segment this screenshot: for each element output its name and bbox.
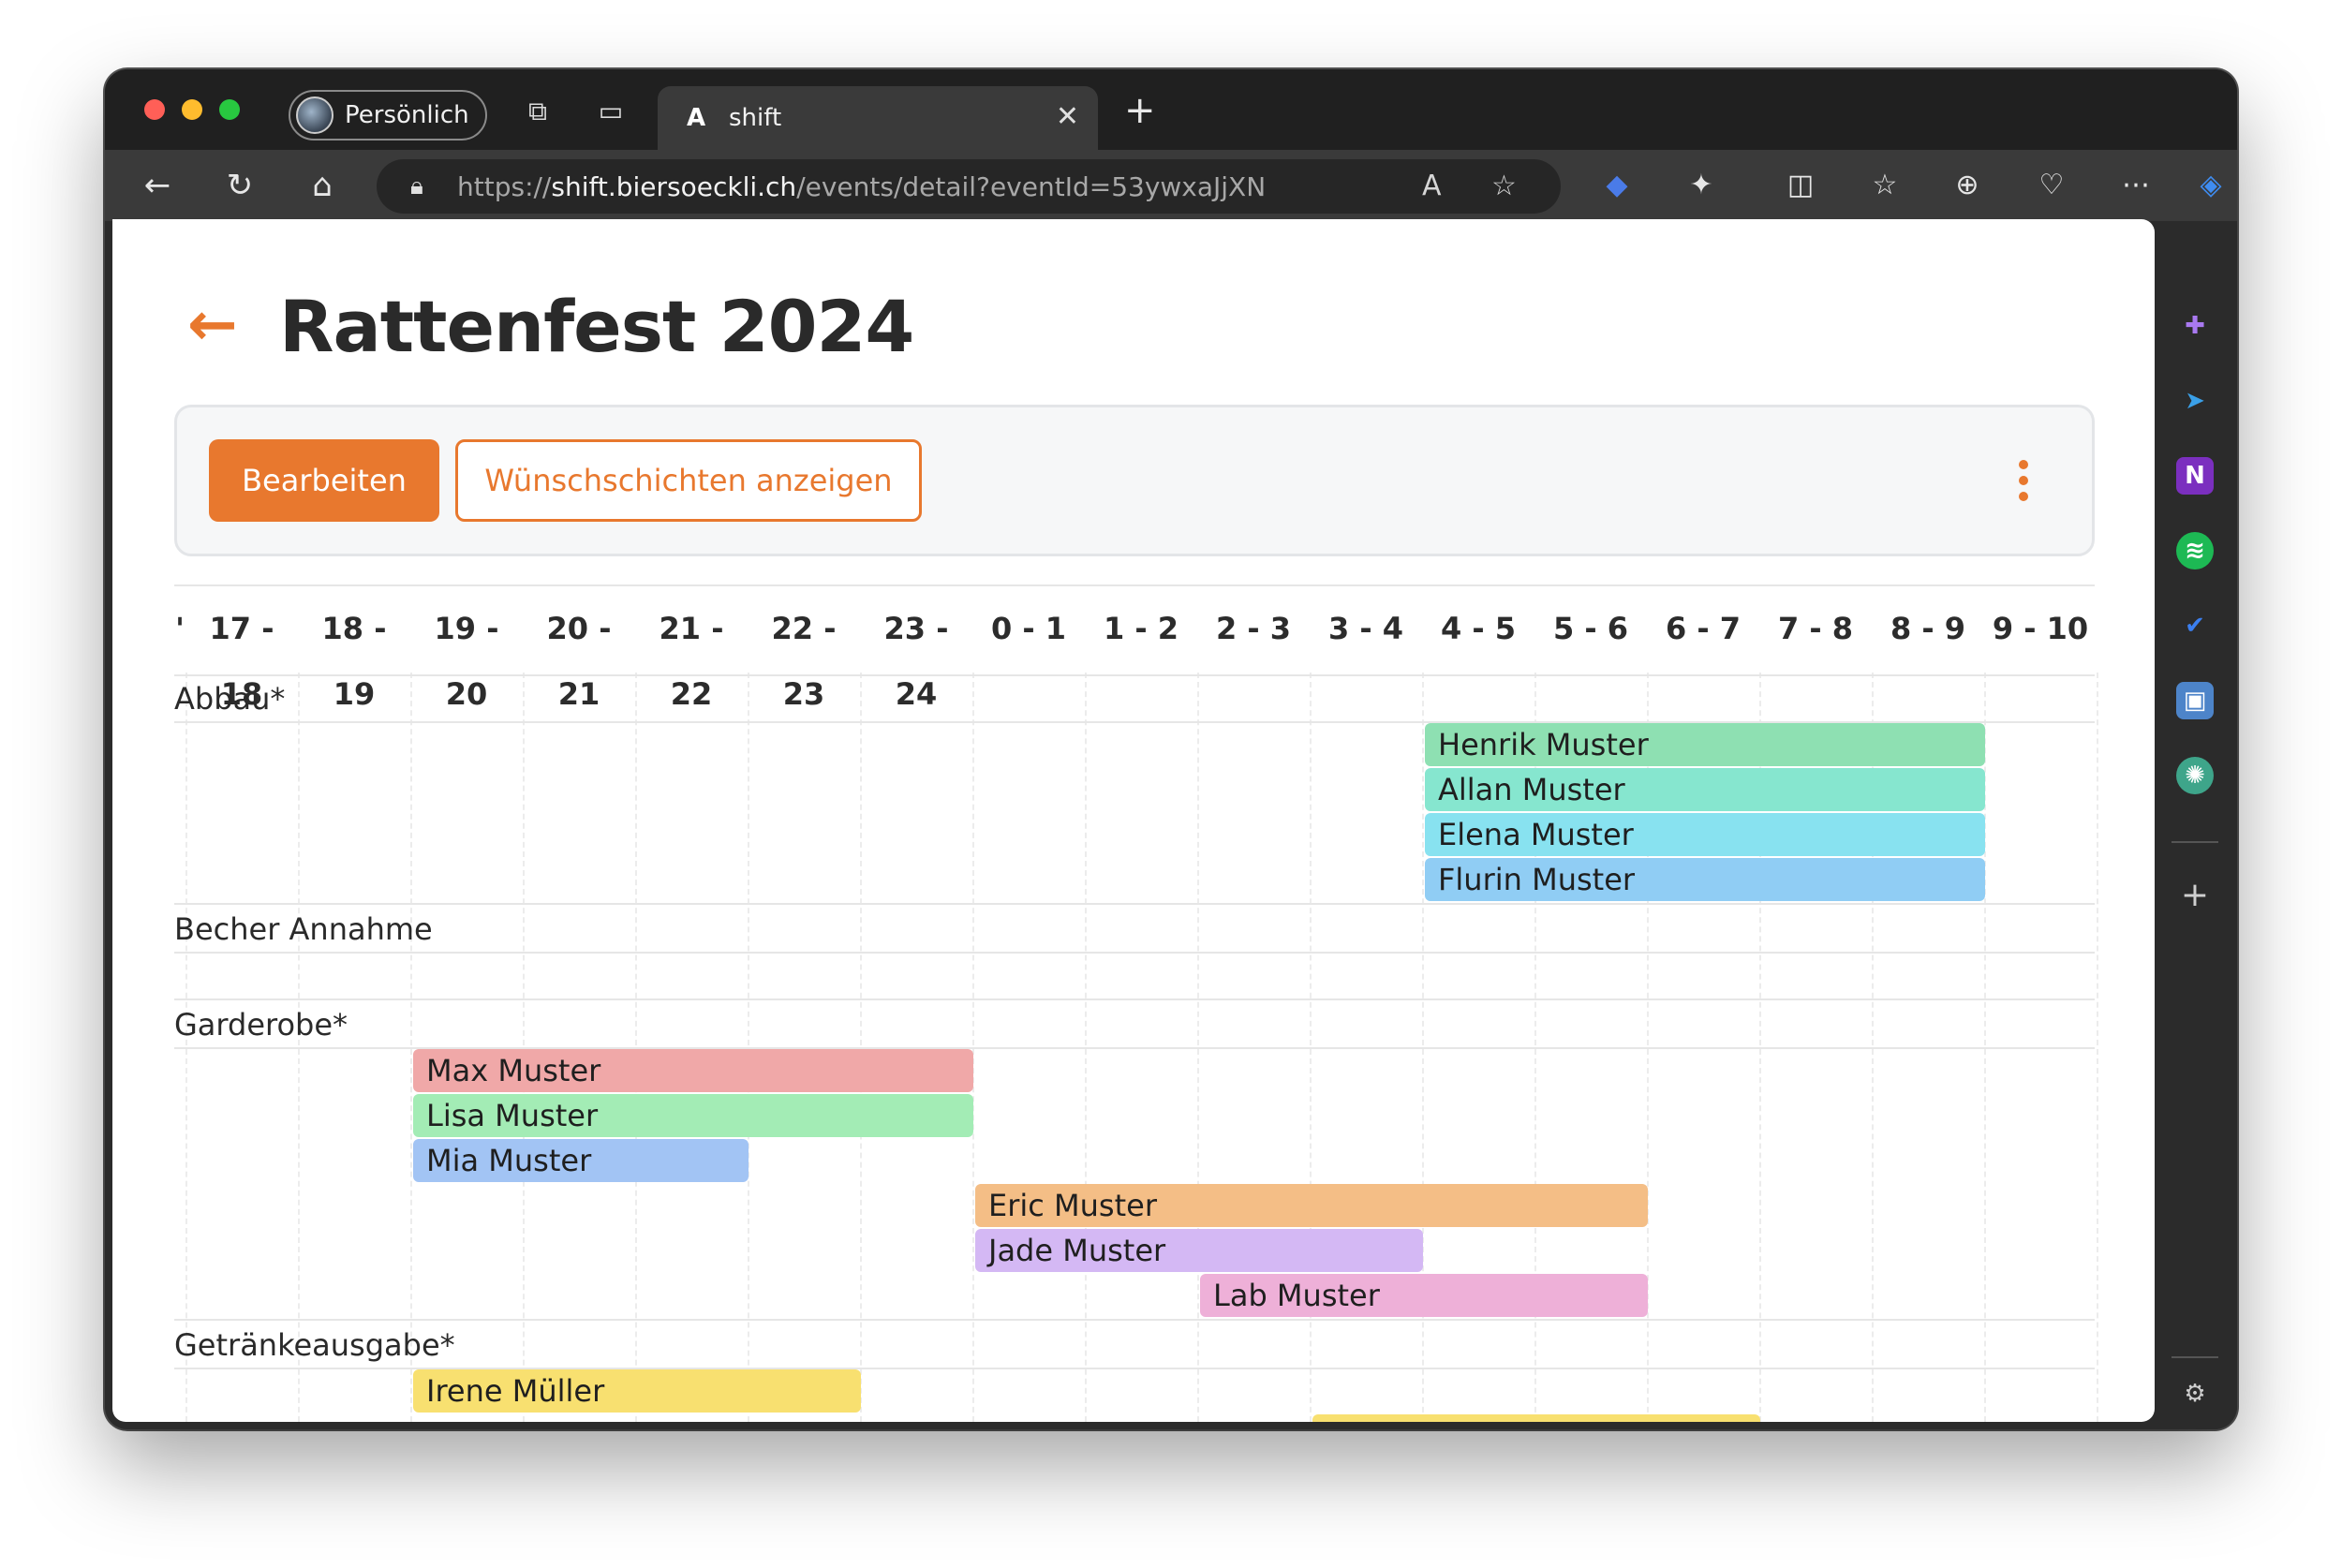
read-aloud-icon[interactable]: A [1422, 170, 1442, 202]
hour-label: 17 - 18 [209, 611, 274, 712]
shift-bar[interactable]: Mia Muster [413, 1139, 749, 1182]
section-label: Abbau* [174, 681, 286, 717]
back-arrow-icon[interactable]: ← [187, 292, 238, 358]
browser-toolbar: ← ↻ ⌂ 🔒︎ https://shift.biersoeckli.ch/ev… [105, 150, 2237, 221]
show-wish-shifts-button[interactable]: Wünschschichten anzeigen [455, 439, 922, 522]
title-bar: Persönlich ⧉ ▭ A shift ✕ + [105, 69, 2237, 150]
sidebar-todo-icon[interactable]: ✔ [2176, 607, 2214, 644]
schedule-top-border [174, 584, 2095, 586]
profile-label: Persönlich [345, 101, 469, 129]
shift-bar[interactable]: Lab Muster [1200, 1274, 1648, 1317]
sidebar-add-icon[interactable]: + [2176, 877, 2214, 914]
hour-label: 21 - 22 [659, 611, 724, 712]
hour-label: 18 - 19 [321, 611, 387, 712]
favorites-icon[interactable]: ☆ [1866, 167, 1904, 204]
hour-label: 20 - 21 [546, 611, 612, 712]
shift-bar[interactable]: Henrik Muster [1425, 723, 1985, 766]
profile-button[interactable]: Persönlich [289, 90, 487, 141]
hour-label: 5 - 6 [1552, 611, 1629, 646]
edit-button[interactable]: Bearbeiten [209, 439, 439, 522]
url-scheme: https:// [457, 170, 552, 202]
page-title: Rattenfest 2024 [279, 285, 914, 368]
section-divider [174, 1319, 2095, 1321]
browser-window: Persönlich ⧉ ▭ A shift ✕ + ← ↻ ⌂ 🔒︎ http… [105, 69, 2237, 1429]
hour-label: 2 - 3 [1215, 611, 1292, 646]
minimize-window-button[interactable] [182, 99, 202, 120]
section-header-divider [174, 952, 2095, 954]
favorite-star-icon[interactable]: ☆ [1491, 170, 1517, 202]
shift-bar[interactable]: Irene Müller [413, 1369, 861, 1413]
sidebar-spotify-icon[interactable]: ≋ [2176, 532, 2214, 570]
sidebar-chatgpt-icon[interactable]: ✺ [2176, 757, 2214, 794]
section-divider [174, 903, 2095, 905]
hour-label: 22 - 23 [771, 611, 837, 712]
sidebar-telegram-icon[interactable]: ➤ [2176, 382, 2214, 420]
hour-label: 8 - 9 [1890, 611, 1966, 646]
home-icon[interactable]: ⌂ [304, 167, 341, 204]
new-tab-icon[interactable]: + [1124, 90, 1156, 131]
copilot-icon[interactable]: ◈ [2192, 167, 2230, 204]
shift-bar[interactable]: Elena Muster [1425, 813, 1985, 856]
shift-bar[interactable] [1312, 1414, 1760, 1422]
bitwarden-extension-icon[interactable]: ◆ [1598, 167, 1636, 204]
tab-actions-icon[interactable]: ▭ [594, 96, 628, 127]
shift-bar[interactable]: Flurin Muster [1425, 858, 1985, 901]
url-path: /events/detail?eventId=53ywxaJjXN [796, 170, 1267, 202]
collections-toolbar-icon[interactable]: ⊕ [1949, 167, 1986, 204]
hour-label-partial: ' [175, 611, 185, 646]
hour-label: 0 - 1 [990, 611, 1067, 646]
hour-label: 4 - 5 [1440, 611, 1517, 646]
shift-bar[interactable]: Allan Muster [1425, 768, 1985, 811]
section-label: Garderobe* [174, 1007, 348, 1043]
tab-shift[interactable]: A shift ✕ [658, 86, 1098, 150]
header-divider [174, 674, 2095, 676]
close-window-button[interactable] [144, 99, 165, 120]
profile-avatar [296, 96, 334, 134]
sidebar-settings-icon[interactable]: ⚙ [2176, 1375, 2214, 1413]
shift-bar[interactable]: Lisa Muster [413, 1094, 973, 1137]
section-label: Becher Annahme [174, 911, 433, 947]
sidebar-divider [2172, 841, 2218, 843]
more-options-icon[interactable]: ⋯ [2117, 167, 2155, 204]
browser-essentials-icon[interactable]: ♡ [2033, 167, 2070, 204]
shift-schedule: ' 17 - 18 18 - 19 19 - 20 20 - 21 21 - 22 22 … [174, 584, 2098, 1422]
hour-label: 7 - 8 [1777, 611, 1854, 646]
address-bar[interactable]: 🔒︎ https://shift.biersoeckli.ch/events/d… [377, 159, 1561, 214]
more-menu-icon[interactable] [2017, 460, 2030, 501]
hour-label: 23 - 24 [883, 611, 949, 712]
page-content: ← Rattenfest 2024 Bearbeiten Wünschschic… [112, 219, 2155, 1422]
collections-icon[interactable]: ⧉ [521, 96, 555, 127]
extensions-icon[interactable]: ✦ [1682, 167, 1720, 204]
hour-label: 6 - 7 [1665, 611, 1742, 646]
tab-favicon-icon: A [686, 104, 706, 132]
hour-label: 1 - 2 [1103, 611, 1179, 646]
split-screen-icon[interactable]: ◫ [1782, 167, 1819, 204]
shift-bar[interactable]: Eric Muster [975, 1184, 1648, 1227]
shift-bar[interactable]: Max Muster [413, 1049, 973, 1092]
url-host: shift.biersoeckli.ch [551, 170, 797, 202]
lock-icon[interactable]: 🔒︎ [410, 172, 437, 200]
sidebar-onenote-icon[interactable]: N [2176, 457, 2214, 495]
back-icon[interactable]: ← [139, 167, 176, 204]
maximize-window-button[interactable] [219, 99, 240, 120]
hour-label: 19 - 20 [434, 611, 499, 712]
sidebar-search-icon[interactable]: ✚ [2176, 307, 2214, 345]
edge-sidebar: ✚ ➤ N ≋ ✔ ▣ ✺ + ⚙ [2153, 221, 2237, 1429]
hour-label: 3 - 4 [1327, 611, 1404, 646]
section-divider [174, 998, 2095, 1000]
tab-close-icon[interactable]: ✕ [1056, 103, 1079, 131]
tab-title: shift [729, 104, 782, 132]
shift-bar[interactable]: Jade Muster [975, 1229, 1423, 1272]
hour-label: 9 - 10 [1992, 611, 2089, 646]
sidebar-divider-bottom [2172, 1356, 2218, 1358]
section-label: Getränkeausgabe* [174, 1327, 455, 1363]
sidebar-vault-icon[interactable]: ▣ [2176, 682, 2214, 719]
reload-icon[interactable]: ↻ [221, 167, 259, 204]
hour-gridline [2097, 673, 2098, 1422]
action-bar: Bearbeiten Wünschschichten anzeigen [174, 405, 2095, 556]
